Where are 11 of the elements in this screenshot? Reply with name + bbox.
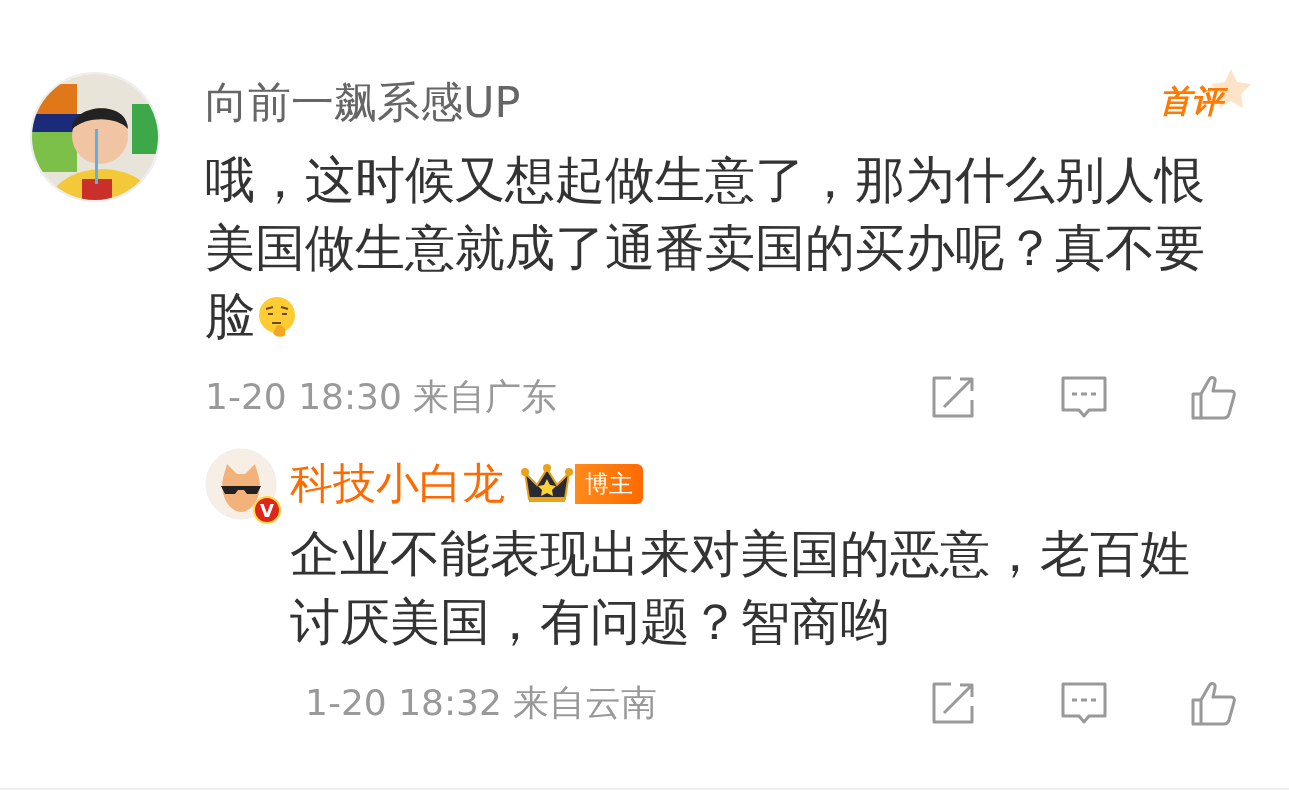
verified-badge: V (253, 496, 281, 524)
role-tag: 博主 (575, 464, 643, 504)
comment-line: 脸 (205, 287, 255, 345)
cat-avatar[interactable] (205, 448, 277, 520)
reply-text: 企业不能表现出来对美国的恶意，老百姓讨厌美国，有问题？智商哟 (290, 525, 1190, 651)
reply-time: 1-20 18:32 来自云南 (305, 680, 658, 725)
first-comment-label: 首评 (1155, 79, 1231, 125)
comment-line: 哦，这时候又想起做生意了，那为什么别人恨 (205, 151, 1205, 209)
comment-time: 1-20 18:30 来自广东 (205, 374, 558, 419)
author-name[interactable]: 向前一飙系感UP (205, 72, 521, 132)
comment-line: 美国做生意就成了通番卖国的买办呢？真不要 (205, 219, 1205, 277)
